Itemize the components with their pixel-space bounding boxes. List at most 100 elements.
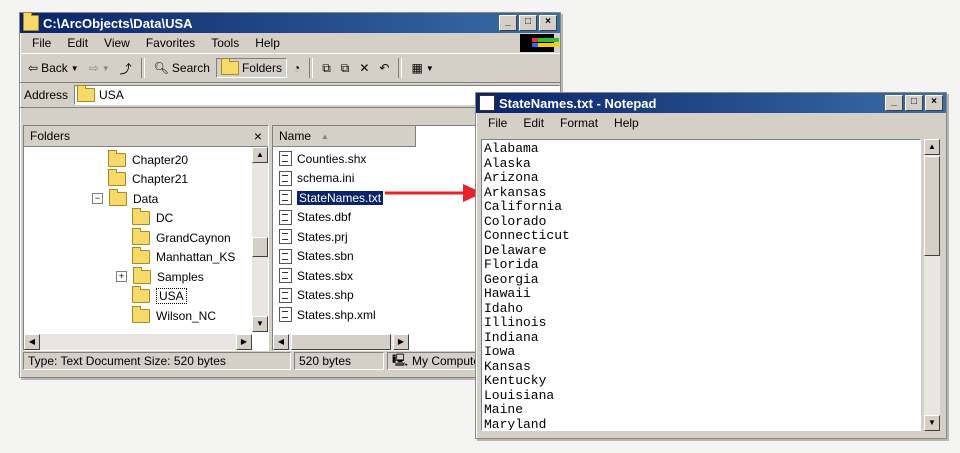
views-button[interactable]: ▦ ▼ xyxy=(407,59,437,77)
file-name: States.sbx xyxy=(297,268,354,283)
scroll-up-icon[interactable]: ▲ xyxy=(924,139,940,155)
text-line: Indiana xyxy=(484,329,539,345)
copy-to-button[interactable]: ⧉ xyxy=(337,59,354,78)
folder-tree: Chapter20 Chapter21 − Data DC GrandCaynon… xyxy=(24,147,268,326)
file-icon xyxy=(279,151,292,167)
file-list-hscrollbar[interactable]: ◀ ▶ xyxy=(273,334,409,350)
file-name: States.shp.xml xyxy=(297,307,376,322)
move-to-icon: ⧉ xyxy=(322,60,331,75)
text-line: California xyxy=(484,199,563,214)
chevron-down-icon: ▼ xyxy=(70,63,79,73)
close-icon[interactable]: × xyxy=(254,128,262,144)
folders-vscrollbar[interactable]: ▲ ▼ xyxy=(252,147,268,332)
menu-file[interactable]: File xyxy=(480,116,515,130)
explorer-toolbar: ⇦ Back ▼ ⇨ ▼ ⤴ 🔍︎ Search Folders ◔ ⧉ ⧉ ✕ ↶ ▦… xyxy=(20,53,560,83)
scroll-thumb[interactable] xyxy=(252,237,268,257)
tree-item-label: Samples xyxy=(157,269,204,284)
history-button[interactable]: ◔ xyxy=(289,59,304,77)
expand-icon[interactable]: + xyxy=(116,271,127,283)
copy-to-icon: ⧉ xyxy=(340,60,350,75)
back-button[interactable]: ⇦ Back ▼ xyxy=(24,59,83,77)
tree-item-chapter21[interactable]: Chapter21 xyxy=(24,169,268,190)
text-line: Hawaii xyxy=(484,286,531,301)
search-icon: 🔍︎ xyxy=(153,61,169,75)
text-line: Kansas xyxy=(484,358,531,374)
notepad-title: StateNames.txt - Notepad xyxy=(499,95,657,111)
close-button[interactable]: × xyxy=(539,15,557,31)
folder-open-icon xyxy=(132,286,150,304)
windows-logo-icon xyxy=(520,34,559,52)
text-line: Maryland xyxy=(484,416,547,431)
maximize-button[interactable]: □ xyxy=(905,95,923,111)
move-to-button[interactable]: ⧉ xyxy=(318,59,335,78)
tree-item-data[interactable]: − Data xyxy=(24,188,268,209)
scroll-thumb[interactable] xyxy=(291,334,391,350)
file-name: States.dbf xyxy=(297,210,352,225)
menu-view[interactable]: View xyxy=(96,36,138,50)
file-name: schema.ini xyxy=(297,171,355,186)
up-folder-button[interactable]: ⤴ xyxy=(116,58,136,79)
name-column-header[interactable]: Name ▲ xyxy=(273,126,416,147)
toolbar-separator xyxy=(140,58,145,78)
menu-help[interactable]: Help xyxy=(247,36,288,50)
scroll-up-icon[interactable]: ▲ xyxy=(252,147,268,163)
text-line: Delaware xyxy=(484,242,547,258)
text-line: Louisiana xyxy=(484,387,555,403)
undo-button[interactable]: ↶ xyxy=(375,59,393,77)
menu-edit[interactable]: Edit xyxy=(515,116,552,130)
tree-item-usa[interactable]: USA xyxy=(24,286,268,307)
text-line: Kentucky xyxy=(484,373,547,388)
close-button[interactable]: × xyxy=(925,95,943,111)
tree-item-dc[interactable]: DC xyxy=(24,208,268,229)
folders-button[interactable]: Folders xyxy=(215,58,287,78)
text-line: Idaho xyxy=(484,300,524,316)
status-size-text: 520 bytes xyxy=(299,354,352,368)
tree-item-manhattan[interactable]: Manhattan_KS xyxy=(24,247,268,268)
tree-item-wilson[interactable]: Wilson_NC xyxy=(24,305,268,326)
tree-item-label: GrandCaynon xyxy=(156,230,231,245)
delete-button[interactable]: ✕ xyxy=(355,59,373,77)
menu-tools[interactable]: Tools xyxy=(203,36,247,50)
scroll-left-icon[interactable]: ◀ xyxy=(24,334,40,350)
scroll-thumb[interactable] xyxy=(924,156,940,256)
folder-icon xyxy=(23,12,39,31)
folders-hscrollbar[interactable]: ◀ ▶ xyxy=(24,334,252,350)
chevron-down-icon: ▼ xyxy=(425,63,434,73)
file-icon xyxy=(279,209,292,225)
collapse-icon[interactable]: − xyxy=(92,193,103,205)
file-icon xyxy=(279,248,292,264)
search-label: Search xyxy=(171,61,210,75)
scroll-right-icon[interactable]: ▶ xyxy=(393,334,409,350)
scroll-down-icon[interactable]: ▼ xyxy=(252,316,268,332)
menu-help[interactable]: Help xyxy=(606,116,647,130)
maximize-button[interactable]: □ xyxy=(519,15,537,31)
chevron-down-icon: ▼ xyxy=(101,63,110,73)
folders-pane: Folders × Chapter20 Chapter21 − Data DC G… xyxy=(23,125,269,351)
folder-icon xyxy=(133,266,151,284)
minimize-button[interactable]: _ xyxy=(499,15,517,31)
scroll-left-icon[interactable]: ◀ xyxy=(273,334,289,350)
notepad-vscrollbar[interactable]: ▲ ▼ xyxy=(924,139,940,431)
menu-file[interactable]: File xyxy=(24,36,59,50)
explorer-titlebar[interactable]: C:\ArcObjects\Data\USA _ □ × xyxy=(20,12,560,33)
notepad-titlebar[interactable]: StateNames.txt - Notepad _ □ × xyxy=(476,93,946,113)
text-line: Arizona xyxy=(484,170,539,185)
search-button[interactable]: 🔍︎ Search xyxy=(150,59,214,77)
tree-item-chapter20[interactable]: Chapter20 xyxy=(24,149,268,170)
menu-edit[interactable]: Edit xyxy=(59,36,96,50)
folder-icon xyxy=(132,227,150,245)
computer-icon: 🖳 xyxy=(392,352,409,367)
forward-button[interactable]: ⇨ ▼ xyxy=(85,59,114,77)
menu-format[interactable]: Format xyxy=(552,116,606,130)
folder-open-icon xyxy=(109,188,127,206)
menu-favorites[interactable]: Favorites xyxy=(138,36,203,50)
tree-item-samples[interactable]: + Samples xyxy=(24,266,268,287)
minimize-button[interactable]: _ xyxy=(885,95,903,111)
folders-header: Folders xyxy=(30,129,71,143)
notepad-text-area[interactable]: Alabama Alaska Arizona Arkansas Californ… xyxy=(481,139,921,431)
scroll-down-icon[interactable]: ▼ xyxy=(924,415,940,431)
folders-pane-header: Folders × xyxy=(24,126,268,147)
scroll-right-icon[interactable]: ▶ xyxy=(236,334,252,350)
tree-item-grandcaynon[interactable]: GrandCaynon xyxy=(24,227,268,248)
status-location-text: My Compute xyxy=(412,354,481,368)
